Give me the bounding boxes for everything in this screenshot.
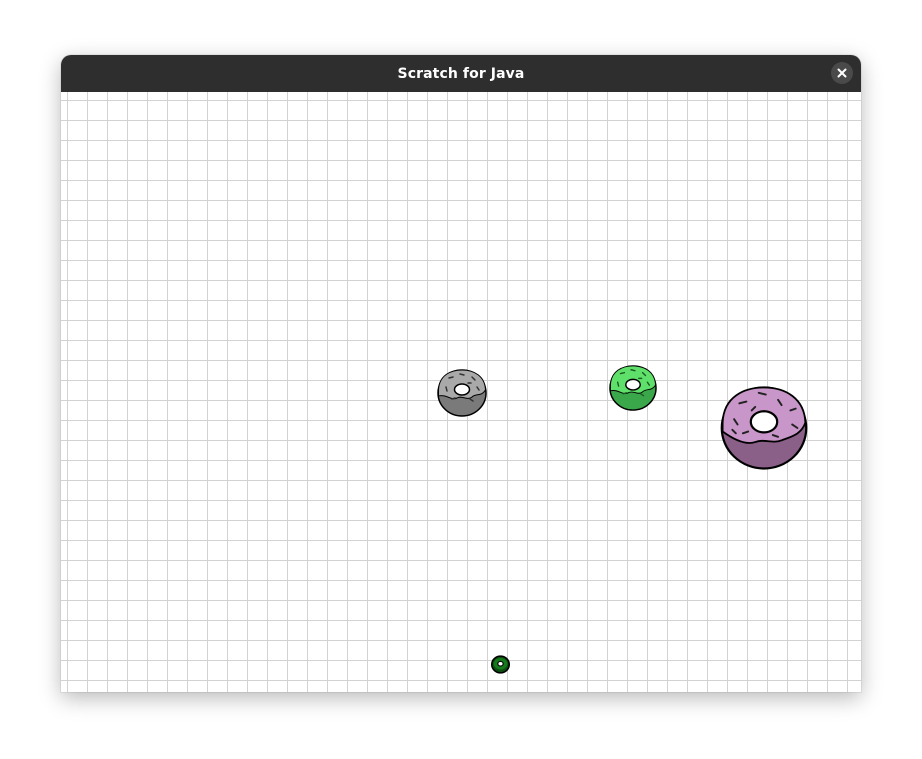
window-title: Scratch for Java	[397, 65, 525, 82]
app-window: Scratch for Java	[61, 55, 861, 692]
close-icon	[837, 68, 847, 78]
stage-canvas[interactable]	[61, 92, 861, 692]
title-bar[interactable]: Scratch for Java	[61, 55, 861, 92]
donut-green-sprite[interactable]	[607, 364, 659, 412]
donut-gray-sprite[interactable]	[435, 368, 489, 418]
close-button[interactable]	[831, 62, 853, 84]
donut-purple-sprite[interactable]	[717, 384, 811, 472]
donut-dark-green-sprite[interactable]	[490, 655, 511, 674]
